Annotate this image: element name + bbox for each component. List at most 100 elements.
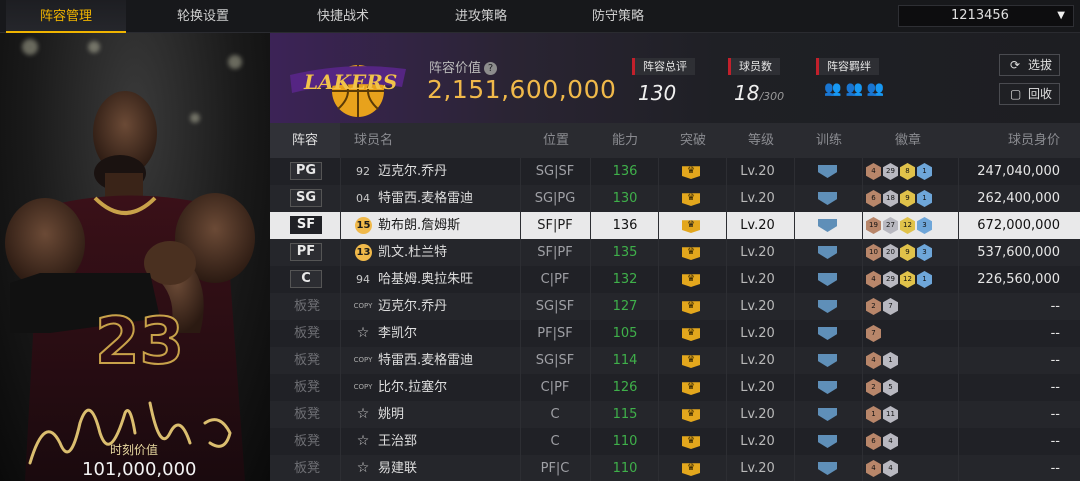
breakthrough-crown-icon[interactable]: ♛	[682, 274, 700, 287]
lakers-logo: LAKERS	[290, 65, 406, 117]
badge-hex-icon[interactable]: 4	[883, 433, 898, 450]
badge-hex-icon[interactable]: 7	[866, 325, 881, 342]
badge-hex-icon[interactable]: 6	[866, 433, 881, 450]
player-name[interactable]: 李凯尔	[378, 320, 417, 347]
badge-hex-icon[interactable]: 11	[883, 406, 898, 423]
badge-hex-icon[interactable]: 6	[866, 190, 881, 207]
badge-hex-icon[interactable]: 1	[917, 271, 932, 288]
badge-hex-icon[interactable]: 3	[917, 244, 932, 261]
training-icon[interactable]	[818, 435, 837, 448]
badge-hex-icon[interactable]: 12	[900, 271, 915, 288]
tab-defense-strategy[interactable]: 防守策略	[558, 0, 678, 33]
badge-list: 6 18 9 1	[866, 190, 932, 207]
badge-hex-icon[interactable]: 9	[900, 190, 915, 207]
breakthrough-crown-icon[interactable]: ♛	[682, 328, 700, 341]
badge-hex-icon[interactable]: 1	[917, 190, 932, 207]
breakthrough-crown-icon[interactable]: ♛	[682, 193, 700, 206]
breakthrough-crown-icon[interactable]: ♛	[682, 301, 700, 314]
player-name[interactable]: 迈克尔.乔丹	[378, 158, 447, 185]
select-button[interactable]: ⟳ 选拔	[999, 54, 1060, 76]
player-level: Lv.20	[740, 272, 775, 287]
training-icon[interactable]	[818, 300, 837, 313]
lineup-slot[interactable]: C	[290, 270, 322, 288]
badge-hex-icon[interactable]: 2	[866, 379, 881, 396]
breakthrough-crown-icon[interactable]: ♛	[682, 220, 700, 233]
badge-hex-icon[interactable]: 3	[917, 217, 932, 234]
badge-hex-icon[interactable]: 7	[883, 298, 898, 315]
training-icon[interactable]	[818, 327, 837, 340]
tab-quick-tactics[interactable]: 快捷战术	[283, 0, 403, 33]
badge-hex-icon[interactable]: 4	[866, 271, 881, 288]
training-icon[interactable]	[818, 246, 837, 259]
badge-hex-icon[interactable]: 1	[883, 352, 898, 369]
badge-hex-icon[interactable]: 4	[866, 163, 881, 180]
player-name[interactable]: 勒布朗.詹姆斯	[378, 212, 460, 239]
badge-hex-icon[interactable]: 29	[883, 163, 898, 180]
chemistry-blue-icon[interactable]: 👥	[867, 81, 884, 97]
breakthrough-crown-icon[interactable]: ♛	[682, 382, 700, 395]
badge-hex-icon[interactable]: 8	[900, 163, 915, 180]
badge-hex-icon[interactable]: 1	[917, 163, 932, 180]
player-number: 04	[356, 192, 370, 205]
bench-label: 板凳	[293, 326, 320, 341]
player-ability: 135	[612, 245, 638, 260]
player-salary: 226,560,000	[977, 272, 1060, 287]
tab-offense-strategy[interactable]: 进攻策略	[421, 0, 541, 33]
breakthrough-crown-icon[interactable]: ♛	[682, 409, 700, 422]
badge-hex-icon[interactable]: 12	[900, 217, 915, 234]
player-name[interactable]: 比尔.拉塞尔	[378, 374, 447, 401]
account-select[interactable]: 1213456 ▼	[898, 5, 1074, 27]
player-name[interactable]: 迈克尔.乔丹	[378, 293, 447, 320]
training-icon[interactable]	[818, 354, 837, 367]
lineup-slot[interactable]: PF	[290, 243, 322, 261]
badge-hex-icon[interactable]: 9	[900, 244, 915, 261]
player-position: SF|PF	[537, 218, 573, 233]
player-name[interactable]: 姚明	[378, 401, 404, 428]
badge-hex-icon[interactable]: 4	[883, 460, 898, 477]
training-icon[interactable]	[818, 192, 837, 205]
badge-hex-icon[interactable]: 4	[866, 460, 881, 477]
chemistry-gold-icon[interactable]: 👥	[845, 81, 862, 97]
badge-list: 41	[866, 352, 898, 369]
badge-hex-icon[interactable]: 1	[866, 406, 881, 423]
badge-hex-icon[interactable]: 18	[883, 190, 898, 207]
lineup-slot[interactable]: PG	[290, 162, 322, 180]
training-icon[interactable]	[818, 165, 837, 178]
lineup-slot[interactable]: SG	[290, 189, 322, 207]
training-icon[interactable]	[818, 408, 837, 421]
breakthrough-crown-icon[interactable]: ♛	[682, 436, 700, 449]
badge-hex-icon[interactable]: 29	[883, 271, 898, 288]
player-name[interactable]: 特雷西.麦格雷迪	[378, 185, 473, 212]
lineup-slot[interactable]: SF	[290, 216, 322, 234]
badge-hex-icon[interactable]: 19	[866, 217, 881, 234]
player-name[interactable]: 哈基姆.奥拉朱旺	[378, 266, 473, 293]
player-name[interactable]: 王治郅	[378, 428, 417, 455]
recycle-button[interactable]: ▢ 回收	[999, 83, 1060, 105]
badge-hex-icon[interactable]: 27	[883, 217, 898, 234]
tab-rotation-settings[interactable]: 轮换设置	[143, 0, 263, 33]
player-name[interactable]: 凯文.杜兰特	[378, 239, 447, 266]
breakthrough-crown-icon[interactable]: ♛	[682, 355, 700, 368]
training-icon[interactable]	[818, 462, 837, 475]
badge-hex-icon[interactable]: 2	[866, 298, 881, 315]
breakthrough-crown-icon[interactable]: ♛	[682, 463, 700, 476]
player-salary: --	[1050, 461, 1060, 476]
col-lineup[interactable]: 阵容	[270, 123, 340, 158]
badge-hex-icon[interactable]: 5	[883, 379, 898, 396]
player-salary: 262,400,000	[977, 191, 1060, 206]
training-icon[interactable]	[818, 273, 837, 286]
player-name[interactable]: 易建联	[378, 455, 417, 481]
badge-hex-icon[interactable]: 20	[883, 244, 898, 261]
badge-hex-icon[interactable]: 4	[866, 352, 881, 369]
player-name[interactable]: 特雷西.麦格雷迪	[378, 347, 473, 374]
badge-hex-icon[interactable]: 10	[866, 244, 881, 261]
breakthrough-crown-icon[interactable]: ♛	[682, 247, 700, 260]
training-icon[interactable]	[818, 381, 837, 394]
training-icon[interactable]	[818, 219, 837, 232]
breakthrough-crown-icon[interactable]: ♛	[682, 166, 700, 179]
player-count-label: 球员数	[728, 58, 780, 75]
tab-lineup-management[interactable]: 阵容管理	[6, 0, 126, 33]
help-icon[interactable]: ?	[484, 62, 498, 75]
chemistry-bronze-icon[interactable]: 👥	[824, 81, 841, 97]
divider	[958, 158, 959, 481]
